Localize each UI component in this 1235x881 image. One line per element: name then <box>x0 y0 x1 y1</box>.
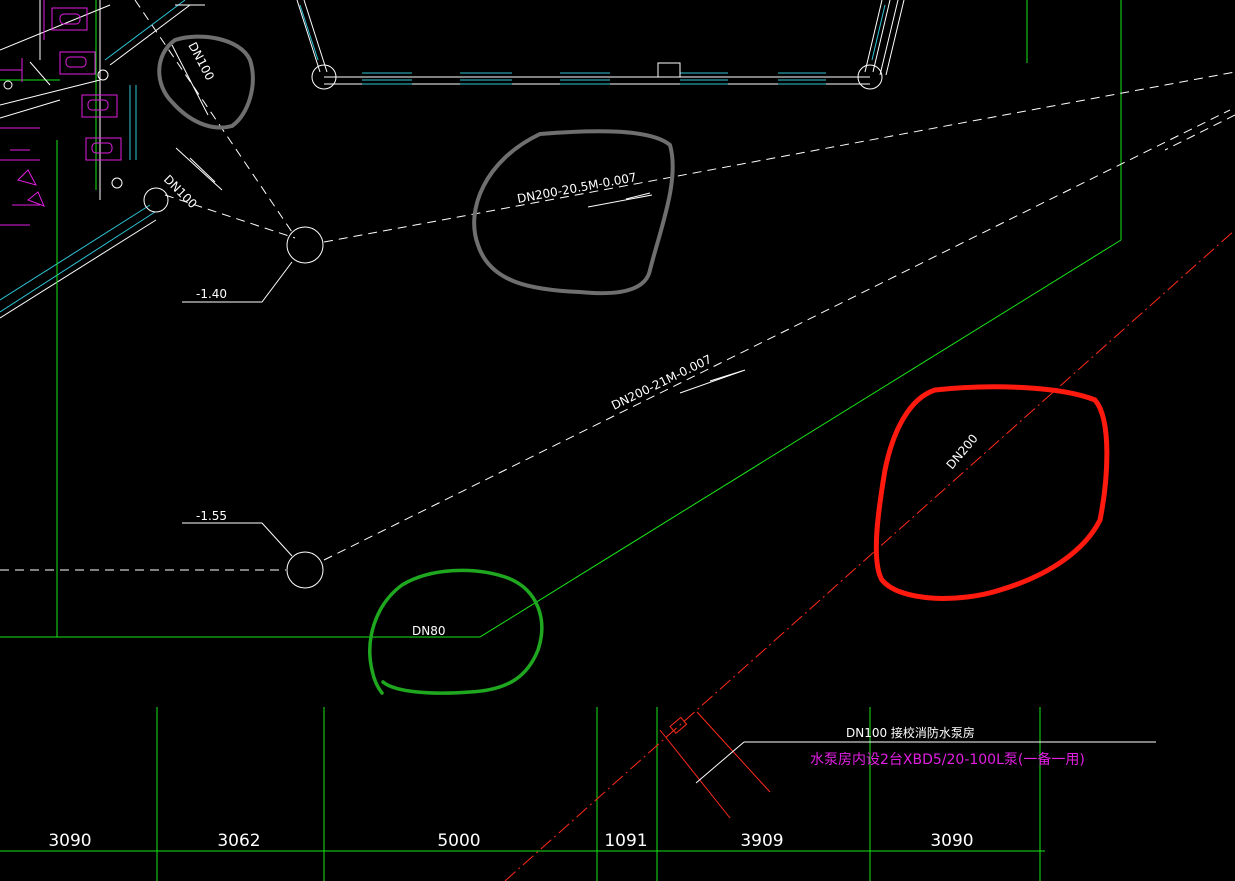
inspection-well-lower[interactable] <box>286 551 324 589</box>
pump-note-line-2: 水泵房内设2台XBD5/20-100L泵(一备一用) <box>810 751 1085 768</box>
dimension-label: 3090 <box>930 831 973 851</box>
building-left-fragment <box>0 0 205 319</box>
pump-note-line-1: DN100 接校消防水泵房 <box>846 725 975 740</box>
markup-annotations <box>157 34 1110 695</box>
inspection-well-upper[interactable] <box>286 226 324 264</box>
markup-circle-gray-small[interactable] <box>157 34 255 130</box>
cad-drawing-canvas[interactable]: 3090 3062 5000 1091 3909 3090 -1.40 -1.5… <box>0 0 1235 881</box>
pipe-label-dn100-top: DN100 <box>185 40 217 83</box>
dimension-label: 3090 <box>48 831 91 851</box>
elevation-upper-label: -1.40 <box>196 287 227 301</box>
dimension-label: 3909 <box>740 831 783 851</box>
markup-circle-red[interactable] <box>873 384 1110 601</box>
markup-circle-gray-large[interactable] <box>472 129 675 296</box>
pipe-label-dn200-upper: DN200-20.5M-0.007 <box>516 170 638 206</box>
dimension-row: 3090 3062 5000 1091 3909 3090 <box>48 831 973 851</box>
pipe-label-dn200: DN200 <box>944 431 981 472</box>
elevation-lower-label: -1.55 <box>196 509 227 523</box>
inspection-wells <box>143 187 324 589</box>
pipe-label-dn80: DN80 <box>412 624 446 638</box>
elevation-leaders: -1.40 -1.55 <box>182 261 293 557</box>
pump-note: DN100 接校消防水泵房 水泵房内设2台XBD5/20-100L泵(一备一用) <box>695 725 1156 784</box>
dimension-label: 5000 <box>437 831 480 851</box>
inspection-well-small[interactable] <box>143 187 169 213</box>
dimension-label: 1091 <box>604 831 647 851</box>
drain-pipes <box>0 0 1235 571</box>
pipe-label-dn200-lower: DN200-21M-0.007 <box>609 352 714 413</box>
markup-circle-green[interactable] <box>368 568 544 695</box>
dimension-label: 3062 <box>217 831 260 851</box>
building-top-fragment <box>296 0 1028 90</box>
